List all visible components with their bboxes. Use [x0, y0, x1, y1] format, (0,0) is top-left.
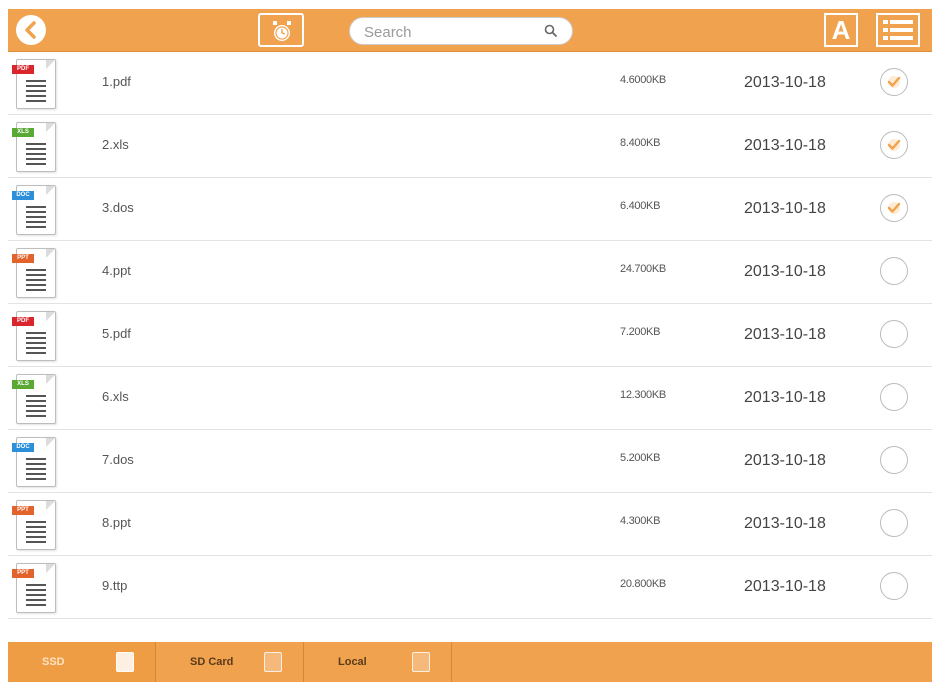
selection-checkbox[interactable] [880, 572, 908, 600]
file-date: 2013-10-18 [744, 263, 826, 280]
file-size: 12.300KB [620, 389, 666, 401]
selection-checkbox-checked[interactable] [880, 194, 908, 222]
checkmark-icon [887, 139, 901, 151]
pdf-file-icon: PDF [12, 59, 58, 111]
file-name: 3.dos [102, 200, 134, 215]
file-row[interactable]: PPT 8.ppt 4.300KB 2013-10-18 [8, 493, 932, 556]
tab-ssd[interactable]: SSD [8, 642, 156, 682]
file-size: 4.300KB [620, 515, 661, 527]
file-row[interactable]: DOC 3.dos 6.400KB 2013-10-18 [8, 178, 932, 241]
file-name: 5.pdf [102, 326, 131, 341]
tab-local[interactable]: Local [304, 642, 452, 682]
file-name: 8.ppt [102, 515, 131, 530]
file-date: 2013-10-18 [744, 200, 826, 217]
selection-checkbox[interactable] [880, 383, 908, 411]
ppt-file-icon: PPT [12, 248, 58, 300]
file-size: 20.800KB [620, 578, 666, 590]
file-size: 8.400KB [620, 137, 661, 149]
file-type-tag: DOC [12, 191, 34, 200]
file-name: 9.ttp [102, 578, 128, 593]
file-name: 6.xls [102, 389, 129, 404]
ppt-file-icon: PPT [12, 500, 58, 552]
file-name: 2.xls [102, 137, 129, 152]
selection-checkbox[interactable] [880, 446, 908, 474]
tab-label: Local [338, 656, 367, 668]
search-icon[interactable] [544, 24, 558, 38]
file-type-tag: PDF [12, 317, 34, 326]
file-row[interactable]: XLS 2.xls 8.400KB 2013-10-18 [8, 115, 932, 178]
checkmark-icon [887, 202, 901, 214]
file-row[interactable]: XLS 6.xls 12.300KB 2013-10-18 [8, 367, 932, 430]
file-size: 24.700KB [620, 263, 666, 275]
file-row[interactable]: PPT 4.ppt 24.700KB 2013-10-18 [8, 241, 932, 304]
file-type-tag: PDF [12, 65, 34, 74]
history-button[interactable] [258, 13, 304, 47]
file-type-tag: PPT [12, 569, 34, 578]
selection-checkbox[interactable] [880, 320, 908, 348]
file-list: PDF 1.pdf 4.6000KB 2013-10-18 XLS 2.xls 8.400… [8, 52, 932, 619]
search-box[interactable] [349, 17, 573, 45]
tab-label: SD Card [190, 656, 234, 668]
ppt-file-icon: PPT [12, 563, 58, 615]
back-button[interactable] [16, 15, 46, 45]
file-size: 5.200KB [620, 452, 661, 464]
xls-file-icon: XLS [12, 122, 58, 174]
file-row[interactable]: DOC 7.dos 5.200KB 2013-10-18 [8, 430, 932, 493]
file-date: 2013-10-18 [744, 389, 826, 406]
list-view-button[interactable] [876, 13, 920, 47]
alarm-clock-icon [273, 21, 291, 41]
tab-sd-card[interactable]: SD Card [156, 642, 304, 682]
xls-file-icon: XLS [12, 374, 58, 426]
file-type-tag: DOC [12, 443, 34, 452]
doc-file-icon: DOC [12, 185, 58, 237]
list-view-icon [883, 20, 913, 40]
sd-card-icon [264, 652, 282, 672]
file-name: 4.ppt [102, 263, 131, 278]
tab-label: SSD [42, 656, 65, 668]
file-size: 6.400KB [620, 200, 661, 212]
storage-tab-bar: SSD SD Card Local [8, 642, 932, 682]
local-storage-icon [412, 652, 430, 672]
file-date: 2013-10-18 [744, 74, 826, 91]
search-input[interactable] [362, 21, 536, 43]
file-type-tag: XLS [12, 128, 34, 137]
file-name: 1.pdf [102, 74, 131, 89]
file-name: 7.dos [102, 452, 134, 467]
top-toolbar: A [8, 9, 932, 52]
selection-checkbox-checked[interactable] [880, 68, 908, 96]
ssd-drive-icon [116, 652, 134, 672]
file-row[interactable]: PDF 5.pdf 7.200KB 2013-10-18 [8, 304, 932, 367]
file-date: 2013-10-18 [744, 578, 826, 595]
file-row[interactable]: PPT 9.ttp 20.800KB 2013-10-18 [8, 556, 932, 619]
file-size: 4.6000KB [620, 74, 666, 86]
checkmark-icon [887, 76, 901, 88]
selection-checkbox[interactable] [880, 257, 908, 285]
file-date: 2013-10-18 [744, 137, 826, 154]
file-row[interactable]: PDF 1.pdf 4.6000KB 2013-10-18 [8, 52, 932, 115]
file-type-tag: PPT [12, 506, 34, 515]
font-size-button[interactable]: A [824, 13, 858, 47]
file-type-tag: PPT [12, 254, 34, 263]
file-type-tag: XLS [12, 380, 34, 389]
file-date: 2013-10-18 [744, 326, 826, 343]
selection-checkbox-checked[interactable] [880, 131, 908, 159]
file-date: 2013-10-18 [744, 452, 826, 469]
file-date: 2013-10-18 [744, 515, 826, 532]
pdf-file-icon: PDF [12, 311, 58, 363]
back-arrow-icon [25, 21, 36, 39]
selection-checkbox[interactable] [880, 509, 908, 537]
file-size: 7.200KB [620, 326, 661, 338]
doc-file-icon: DOC [12, 437, 58, 489]
